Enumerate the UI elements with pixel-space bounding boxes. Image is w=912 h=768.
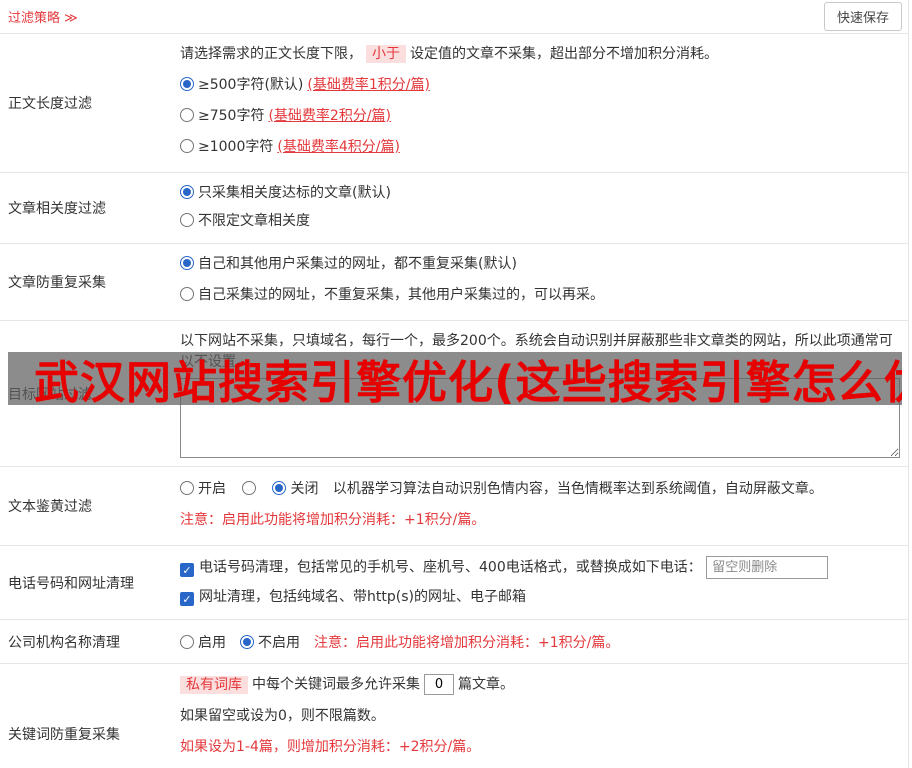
- row-content-length-filter: 正文长度过滤 请选择需求的正文长度下限， 小于 设定值的文章不采集，超出部分不增加积…: [0, 34, 908, 173]
- watermark-text: 武汉网站搜索引擎优化(这些搜索引擎怎么优: [34, 356, 902, 405]
- radio-company-off[interactable]: [240, 634, 254, 649]
- row-dedup-collection: 文章防重复采集 自己和其他用户采集过的网址，都不重复采集(默认) 自己采集过的网…: [0, 244, 908, 321]
- radio-1000-chars[interactable]: [180, 139, 194, 153]
- less-than-tag: 小于: [366, 45, 406, 63]
- relevance-content: 只采集相关度达标的文章(默认) 不限定文章相关度: [174, 173, 908, 243]
- length-option-1000-text: ≥1000字符: [198, 139, 274, 155]
- length-option-500: ≥500字符(默认) (基础费率1积分/篇): [180, 75, 900, 95]
- keyword-limit-line: 私有词库中每个关键词最多允许采集 篇文章。: [180, 674, 900, 695]
- keyword-limit-mid-text: 中每个关键词最多允许采集: [252, 676, 420, 693]
- dedup-content: 自己和其他用户采集过的网址，都不重复采集(默认) 自己采集过的网址，不重复采集，…: [174, 244, 908, 320]
- row-relevance-filter: 文章相关度过滤 只采集相关度达标的文章(默认) 不限定文章相关度: [0, 173, 908, 244]
- relevance-label: 文章相关度过滤: [8, 201, 106, 217]
- radio-porn-off[interactable]: [272, 481, 287, 495]
- page-title[interactable]: 过滤策略 ≫: [8, 7, 78, 26]
- relevance-option-strict-text: 只采集相关度达标的文章(默认): [198, 185, 391, 201]
- radio-500-chars[interactable]: [180, 77, 194, 91]
- intro-post-text: 设定值的文章不采集，超出部分不增加积分消耗。: [410, 46, 718, 62]
- porn-filter-label: 文本鉴黄过滤: [8, 499, 92, 515]
- radio-porn-off-placeholder: [242, 481, 257, 495]
- porn-filter-note: 注意：启用此功能将增加积分消耗：+1积分/篇。: [180, 512, 486, 528]
- dedup-option-own-text: 自己采集过的网址，不重复采集，其他用户采集过的，可以再采。: [198, 287, 604, 303]
- company-cleanup-content: 启用 不启用 注意： 启用此功能将增加积分消耗：+1积分/篇。: [174, 620, 908, 663]
- company-note: 启用此功能将增加积分消耗：+1积分/篇。: [356, 634, 620, 651]
- topbar: 过滤策略 ≫ 快速保存: [0, 0, 908, 34]
- phone-cleanup-line: ✓ 电话号码清理，包括常见的手机号、座机号、400电话格式，或替换成如下电话：: [180, 556, 900, 579]
- keyword-limit-end-text: 篇文章。: [458, 676, 514, 693]
- porn-filter-content: 开启 关闭 以机器学习算法自动识别色情内容，当色情概率达到系统阈值，自动屏蔽文章…: [174, 467, 908, 545]
- phone-url-content: ✓ 电话号码清理，包括常见的手机号、座机号、400电话格式，或替换成如下电话： ✓…: [174, 546, 908, 619]
- length-option-750: ≥750字符 (基础费率2积分/篇): [180, 106, 900, 126]
- row-porn-filter: 文本鉴黄过滤 开启 关闭 以机器学习算法自动识别色情内容，当色情概率达到系统阈值…: [0, 467, 908, 546]
- porn-filter-options: 开启 关闭 以机器学习算法自动识别色情内容，当色情概率达到系统阈值，自动屏蔽文章…: [180, 479, 900, 499]
- private-lexicon-badge: 私有词库: [180, 675, 248, 694]
- watermark-overlay-banner: 武汉网站搜索引擎优化(这些搜索引擎怎么优: [8, 352, 902, 405]
- porn-filter-desc: 以机器学习算法自动识别色情内容，当色情概率达到系统阈值，自动屏蔽文章。: [332, 481, 823, 497]
- radio-relevance-any[interactable]: [180, 213, 194, 227]
- checkbox-url-cleanup[interactable]: ✓: [180, 592, 194, 606]
- radio-relevance-strict[interactable]: [180, 185, 194, 199]
- length-option-500-text: ≥500字符(默认): [198, 77, 304, 93]
- length-option-1000: ≥1000字符 (基础费率4积分/篇): [180, 137, 900, 157]
- keyword-dedup-label: 关键词防重复采集: [8, 726, 120, 743]
- checkbox-phone-cleanup[interactable]: ✓: [180, 562, 194, 577]
- content-length-content: 请选择需求的正文长度下限， 小于 设定值的文章不采集，超出部分不增加积分消耗。 ≥5…: [174, 34, 908, 172]
- dedup-option-own: 自己采集过的网址，不重复采集，其他用户采集过的，可以再采。: [180, 285, 900, 305]
- length-option-750-text: ≥750字符: [198, 108, 265, 124]
- porn-off-text: 关闭: [290, 481, 319, 497]
- keyword-note-1-4: 如果设为1-4篇，则增加积分消耗：+2积分/篇。: [180, 739, 481, 755]
- url-cleanup-line: ✓ 网址清理，包括纯域名、带http(s)的网址、电子邮箱: [180, 587, 900, 607]
- length-option-750-fee: (基础费率2积分/篇): [268, 108, 392, 124]
- keyword-note-zero: 如果留空或设为0，则不限篇数。: [180, 708, 385, 724]
- relevance-option-strict: 只采集相关度达标的文章(默认): [180, 183, 900, 203]
- phone-url-label: 电话号码和网址清理: [8, 575, 134, 592]
- dedup-label: 文章防重复采集: [8, 275, 106, 291]
- dedup-option-global: 自己和其他用户采集过的网址，都不重复采集(默认): [180, 254, 900, 274]
- company-cleanup-label: 公司机构名称清理: [8, 634, 120, 651]
- row-phone-url-cleanup: 电话号码和网址清理 ✓ 电话号码清理，包括常见的手机号、座机号、400电话格式，或…: [0, 546, 908, 620]
- dedup-option-global-text: 自己和其他用户采集过的网址，都不重复采集(默认): [198, 256, 517, 272]
- row-keyword-dedup: 关键词防重复采集 私有词库中每个关键词最多允许采集 篇文章。 如果留空或设为0，则…: [0, 664, 908, 768]
- relevance-option-any: 不限定文章相关度: [180, 211, 900, 231]
- company-on-text: 启用: [198, 634, 226, 651]
- radio-company-on[interactable]: [180, 634, 194, 649]
- length-option-500-fee: (基础费率1积分/篇): [307, 77, 430, 93]
- keyword-dedup-content: 私有词库中每个关键词最多允许采集 篇文章。 如果留空或设为0，则不限篇数。 如果设…: [174, 664, 908, 768]
- relevance-option-any-text: 不限定文章相关度: [198, 213, 310, 229]
- radio-dedup-own[interactable]: [180, 287, 194, 301]
- company-off-text: 不启用: [258, 634, 300, 651]
- radio-porn-on[interactable]: [180, 481, 194, 495]
- keyword-limit-input[interactable]: [424, 674, 454, 695]
- radio-dedup-global[interactable]: [180, 256, 194, 270]
- company-note-prefix: 注意：: [314, 634, 356, 651]
- porn-on-text: 开启: [198, 481, 226, 497]
- content-length-label: 正文长度过滤: [8, 96, 92, 112]
- content-length-intro: 请选择需求的正文长度下限， 小于 设定值的文章不采集，超出部分不增加积分消耗。: [180, 44, 900, 64]
- url-cleanup-text: 网址清理，包括纯域名、带http(s)的网址、电子邮箱: [199, 589, 526, 605]
- intro-pre-text: 请选择需求的正文长度下限，: [180, 46, 362, 62]
- quick-save-button[interactable]: 快速保存: [823, 2, 902, 31]
- phone-cleanup-text: 电话号码清理，包括常见的手机号、座机号、400电话格式，或替换成如下电话：: [199, 559, 702, 576]
- row-company-cleanup: 公司机构名称清理 启用 不启用 注意： 启用此功能将增加积分消耗：+1积分/篇。: [0, 620, 908, 664]
- radio-750-chars[interactable]: [180, 108, 194, 122]
- replacement-phone-input[interactable]: [706, 556, 829, 579]
- length-option-1000-fee: (基础费率4积分/篇): [277, 139, 400, 155]
